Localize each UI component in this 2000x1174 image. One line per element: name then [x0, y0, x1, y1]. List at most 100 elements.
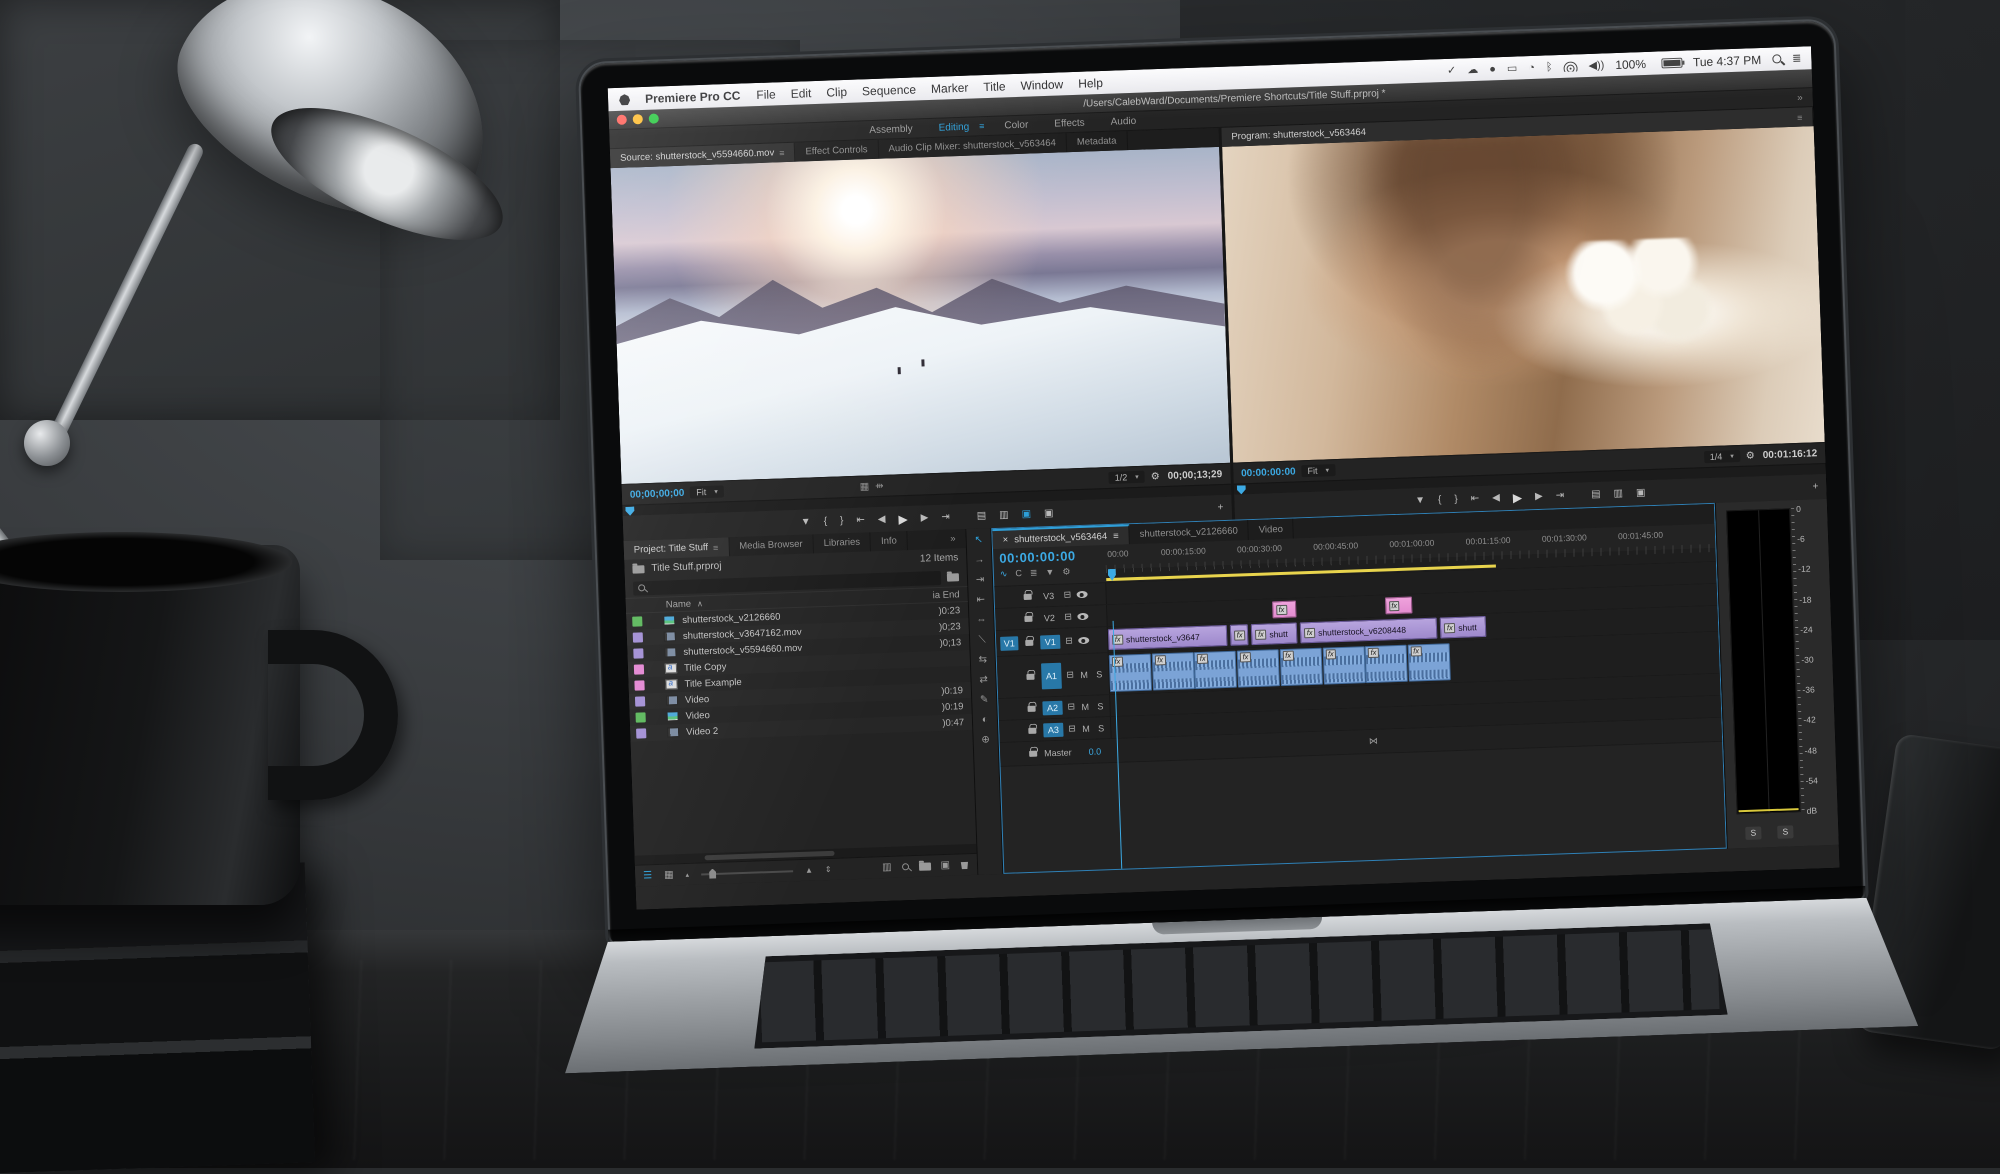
step-back-button[interactable]: ◀ [1492, 492, 1500, 503]
label-swatch[interactable] [632, 616, 642, 626]
video-clip[interactable]: fx shutt [1251, 623, 1297, 646]
zoom-window-button[interactable] [649, 113, 659, 123]
audio-clip[interactable]: fx [1151, 652, 1194, 690]
search-bin-icon[interactable] [947, 573, 959, 581]
add-marker-button[interactable]: ▼ [801, 516, 811, 527]
menu-marker[interactable]: Marker [931, 80, 969, 95]
track-v1-target[interactable]: V1 [1040, 634, 1060, 649]
clear-button[interactable] [960, 860, 969, 869]
tab-libraries[interactable]: Libraries [813, 532, 871, 553]
rolling-edit-tool[interactable]: ⇤ [976, 594, 985, 605]
workspace-overflow-icon[interactable]: » [1797, 92, 1803, 103]
title-clip[interactable]: fx [1384, 596, 1412, 614]
extract-button[interactable]: ▥ [1613, 488, 1623, 499]
new-item-button[interactable]: ▣ [940, 860, 950, 871]
timeline-wrench-icon[interactable]: ⚙ [1062, 566, 1070, 577]
mark-in-button[interactable]: { [1438, 494, 1442, 505]
label-swatch[interactable] [634, 664, 644, 674]
audio-clip[interactable]: fx [1279, 648, 1322, 686]
workspace-audio[interactable]: Audio [1110, 115, 1136, 127]
sync-lock-icon[interactable]: ⊟ [1066, 669, 1074, 680]
source-patch[interactable] [998, 590, 1016, 605]
track-select-tool[interactable]: → [974, 554, 984, 565]
menu-file[interactable]: File [756, 87, 776, 102]
solo-right-button[interactable]: S [1777, 825, 1793, 839]
timeline-timecode[interactable]: 00:00:00:00 [999, 547, 1099, 565]
label-swatch[interactable] [635, 712, 645, 722]
workspace-effects[interactable]: Effects [1054, 117, 1085, 129]
goto-in-button[interactable]: ⇤ [1471, 493, 1480, 504]
step-back-button[interactable]: ◀ [878, 514, 886, 525]
source-viewer[interactable] [610, 147, 1229, 484]
program-viewer[interactable] [1222, 126, 1825, 462]
slip-tool[interactable]: ⇆ [978, 654, 987, 665]
source-fit-dropdown[interactable]: Fit ▾ [690, 485, 724, 498]
mute-button[interactable]: M [1081, 723, 1092, 733]
sync-lock-icon[interactable]: ⊟ [1065, 635, 1073, 646]
audio-clip[interactable]: fx [1194, 651, 1237, 689]
button-editor-plus[interactable]: + [1217, 502, 1223, 513]
mark-in-button[interactable]: { [824, 516, 828, 527]
dropbox-icon[interactable]: ● [1489, 63, 1496, 75]
task-check-icon[interactable]: ✓ [1447, 64, 1457, 77]
close-window-button[interactable] [617, 115, 627, 125]
lock-icon[interactable] [1024, 593, 1032, 599]
sync-lock-icon[interactable]: ⊟ [1068, 723, 1076, 734]
zoom-tool[interactable]: ⊕ [981, 734, 990, 745]
airplay-icon[interactable]: ▭ [1507, 61, 1518, 74]
source-patch-v1[interactable]: V1 [1000, 636, 1018, 651]
hand-tool[interactable]: ◐ [982, 714, 988, 725]
video-clip[interactable]: fx [1230, 624, 1249, 646]
apple-logo-icon[interactable] [618, 92, 631, 105]
rate-stretch-tool[interactable]: ⇔ [976, 614, 986, 625]
video-clip[interactable]: fx shutterstock_v3647 [1108, 625, 1228, 650]
solo-button[interactable]: S [1096, 723, 1107, 733]
lock-icon[interactable] [1026, 673, 1034, 679]
track-output-eye-icon[interactable] [1078, 637, 1089, 644]
menu-help[interactable]: Help [1078, 75, 1103, 90]
panel-menu-icon[interactable]: ≡ [779, 148, 785, 158]
sort-ascending-icon[interactable]: ∧ [697, 599, 703, 608]
workspace-menu-icon[interactable]: ≡ [979, 121, 985, 131]
tab-sequence-3[interactable]: Video [1248, 519, 1294, 541]
sync-lock-icon[interactable]: ⊟ [1067, 701, 1075, 712]
program-settings-wrench-icon[interactable]: ⚙ [1746, 450, 1755, 461]
bluetooth-icon[interactable]: ᛒ [1546, 61, 1553, 73]
lift-button[interactable]: ▤ [1591, 489, 1601, 500]
export-frame-button[interactable]: ▣ [1636, 487, 1646, 498]
menu-window[interactable]: Window [1020, 77, 1063, 92]
source-patch[interactable] [999, 612, 1017, 627]
mute-button[interactable]: M [1080, 701, 1091, 711]
sort-icon[interactable]: ⇕ [825, 865, 832, 874]
workspace-editing[interactable]: Editing [938, 121, 969, 133]
source-film-icon[interactable]: ▦ [860, 481, 870, 492]
app-menu-title[interactable]: Premiere Pro CC [645, 88, 741, 105]
source-patch[interactable] [1003, 724, 1021, 739]
panel-menu-icon[interactable]: ≡ [1113, 530, 1119, 541]
mark-out-button[interactable]: } [840, 515, 844, 526]
volume-icon[interactable]: ◀)) [1588, 58, 1604, 72]
solo-button[interactable]: S [1094, 669, 1105, 679]
step-forward-button[interactable]: ▶ [1535, 491, 1543, 502]
project-tab-overflow-icon[interactable]: » [940, 529, 966, 549]
fit-sequence-icon[interactable]: ⋈ [1369, 736, 1378, 747]
time-machine-icon[interactable]: ◔ [1528, 61, 1535, 73]
mark-out-button[interactable]: } [1454, 494, 1458, 505]
tab-info[interactable]: Info [871, 531, 909, 551]
workspace-assembly[interactable]: Assembly [869, 123, 913, 136]
track-a1-target[interactable]: A1 [1041, 662, 1062, 689]
export-frame-button[interactable]: ▣ [1021, 509, 1031, 520]
menu-title[interactable]: Title [983, 79, 1006, 94]
master-level-value[interactable]: 0.0 [1088, 746, 1101, 756]
title-clip[interactable]: fx [1272, 601, 1297, 619]
label-swatch[interactable] [633, 648, 643, 658]
pen-tool[interactable]: ✎ [980, 694, 989, 705]
lock-icon[interactable] [1029, 750, 1037, 756]
track-output-eye-icon[interactable] [1076, 591, 1087, 598]
track-output-eye-icon[interactable] [1077, 613, 1088, 620]
track-a2-target[interactable]: A2 [1042, 700, 1062, 715]
solo-button[interactable]: S [1095, 701, 1106, 711]
sync-lock-icon[interactable]: ⊟ [1064, 611, 1072, 622]
menubar-clock[interactable]: Tue 4:37 PM [1693, 52, 1762, 68]
panel-menu-icon[interactable]: ≡ [713, 542, 719, 552]
